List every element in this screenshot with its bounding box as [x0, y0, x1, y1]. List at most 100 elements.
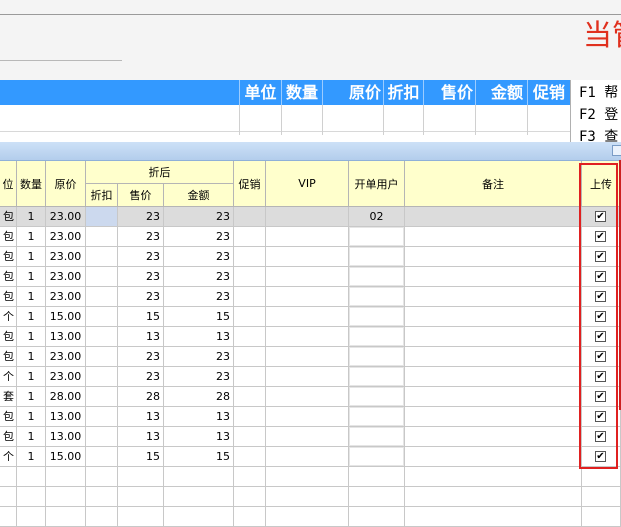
cell-promo[interactable] — [234, 227, 266, 247]
cell-user[interactable] — [349, 247, 405, 267]
cell-qty[interactable]: 1 — [17, 447, 46, 467]
cell-user[interactable] — [349, 267, 405, 287]
cell-qty[interactable]: 1 — [17, 387, 46, 407]
cell-user[interactable] — [349, 227, 405, 247]
cell-amount[interactable]: 15 — [164, 307, 234, 327]
cell-amount[interactable]: 13 — [164, 327, 234, 347]
upload-checkbox[interactable]: ✔ — [595, 291, 606, 302]
cell-unit[interactable]: 个 — [0, 447, 17, 467]
cell-sale[interactable]: 15 — [118, 447, 164, 467]
cell-qty[interactable]: 1 — [17, 307, 46, 327]
cell-remark[interactable] — [405, 447, 582, 467]
cell-unit[interactable]: 包 — [0, 267, 17, 287]
cell-unit[interactable] — [0, 487, 17, 507]
cell-vip[interactable] — [266, 347, 349, 367]
cell-sale[interactable]: 15 — [118, 307, 164, 327]
cell-remark[interactable] — [405, 287, 582, 307]
cell-remark[interactable] — [405, 267, 582, 287]
upload-checkbox[interactable]: ✔ — [595, 451, 606, 462]
cell-user[interactable] — [349, 447, 405, 467]
cell-price[interactable] — [46, 487, 86, 507]
cell-user[interactable] — [349, 487, 405, 507]
cell-vip[interactable] — [266, 207, 349, 227]
table-row[interactable]: 包 1 13.00 13 13 ✔ — [0, 427, 621, 447]
cell-discount[interactable] — [86, 247, 118, 267]
table-row[interactable]: 包 1 23.00 23 23 02 ✔ — [0, 207, 621, 227]
cell-user[interactable] — [349, 467, 405, 487]
cell-upload[interactable] — [582, 507, 621, 527]
cell-unit[interactable] — [0, 467, 17, 487]
cell-unit[interactable]: 包 — [0, 207, 17, 227]
cell-vip[interactable] — [266, 507, 349, 527]
cell-price[interactable]: 13.00 — [46, 427, 86, 447]
upload-checkbox[interactable]: ✔ — [595, 311, 606, 322]
cell-remark[interactable] — [405, 247, 582, 267]
cell-price[interactable]: 13.00 — [46, 407, 86, 427]
cell-price[interactable]: 23.00 — [46, 227, 86, 247]
cell-promo[interactable] — [234, 447, 266, 467]
cell-sale[interactable]: 23 — [118, 287, 164, 307]
cell-promo[interactable] — [234, 347, 266, 367]
cell-vip[interactable] — [266, 447, 349, 467]
cell-qty[interactable]: 1 — [17, 247, 46, 267]
cell-sale[interactable]: 13 — [118, 407, 164, 427]
cell-unit[interactable]: 包 — [0, 327, 17, 347]
fn-key-f1[interactable]: F1 帮 — [579, 82, 618, 102]
cell-unit[interactable]: 包 — [0, 347, 17, 367]
cell-vip[interactable] — [266, 307, 349, 327]
cell-vip[interactable] — [266, 247, 349, 267]
cell-promo[interactable] — [234, 327, 266, 347]
cell-vip[interactable] — [266, 467, 349, 487]
cell-qty[interactable]: 1 — [17, 407, 46, 427]
table-row[interactable] — [0, 467, 621, 487]
cell-sale[interactable]: 13 — [118, 327, 164, 347]
cell-price[interactable]: 15.00 — [46, 447, 86, 467]
cell-amount[interactable]: 15 — [164, 447, 234, 467]
cell-discount[interactable] — [86, 507, 118, 527]
cell-sale[interactable]: 28 — [118, 387, 164, 407]
cell-amount[interactable] — [164, 467, 234, 487]
cell-remark[interactable] — [405, 207, 582, 227]
cell-unit[interactable]: 包 — [0, 427, 17, 447]
table-row[interactable]: 包 1 23.00 23 23 ✔ — [0, 247, 621, 267]
cell-price[interactable]: 23.00 — [46, 347, 86, 367]
cell-remark[interactable] — [405, 407, 582, 427]
table-row[interactable]: 个 1 15.00 15 15 ✔ — [0, 307, 621, 327]
table-row[interactable] — [0, 487, 621, 507]
cell-promo[interactable] — [234, 467, 266, 487]
cell-price[interactable]: 23.00 — [46, 247, 86, 267]
cell-unit[interactable]: 套 — [0, 387, 17, 407]
cell-unit[interactable]: 包 — [0, 287, 17, 307]
cell-qty[interactable] — [17, 507, 46, 527]
cell-unit[interactable]: 包 — [0, 227, 17, 247]
cell-promo[interactable] — [234, 287, 266, 307]
cell-user[interactable] — [349, 347, 405, 367]
cell-promo[interactable] — [234, 267, 266, 287]
cell-discount[interactable] — [86, 267, 118, 287]
cell-discount[interactable] — [86, 207, 118, 227]
cell-vip[interactable] — [266, 327, 349, 347]
cell-discount[interactable] — [86, 327, 118, 347]
cell-qty[interactable]: 1 — [17, 287, 46, 307]
cell-price[interactable]: 28.00 — [46, 387, 86, 407]
cell-discount[interactable] — [86, 487, 118, 507]
cell-amount[interactable] — [164, 487, 234, 507]
cell-remark[interactable] — [405, 347, 582, 367]
upload-checkbox[interactable]: ✔ — [595, 411, 606, 422]
cell-discount[interactable] — [86, 287, 118, 307]
cell-discount[interactable] — [86, 367, 118, 387]
upload-checkbox[interactable]: ✔ — [595, 211, 606, 222]
cell-unit[interactable]: 个 — [0, 307, 17, 327]
cell-amount[interactable]: 23 — [164, 207, 234, 227]
cell-qty[interactable]: 1 — [17, 227, 46, 247]
cell-amount[interactable]: 13 — [164, 407, 234, 427]
cell-remark[interactable] — [405, 427, 582, 447]
table-row[interactable]: 包 1 23.00 23 23 ✔ — [0, 287, 621, 307]
cell-promo[interactable] — [234, 207, 266, 227]
cell-qty[interactable]: 1 — [17, 207, 46, 227]
cell-upload[interactable] — [582, 467, 621, 487]
cell-promo[interactable] — [234, 507, 266, 527]
cell-remark[interactable] — [405, 227, 582, 247]
cell-vip[interactable] — [266, 367, 349, 387]
cell-qty[interactable]: 1 — [17, 367, 46, 387]
